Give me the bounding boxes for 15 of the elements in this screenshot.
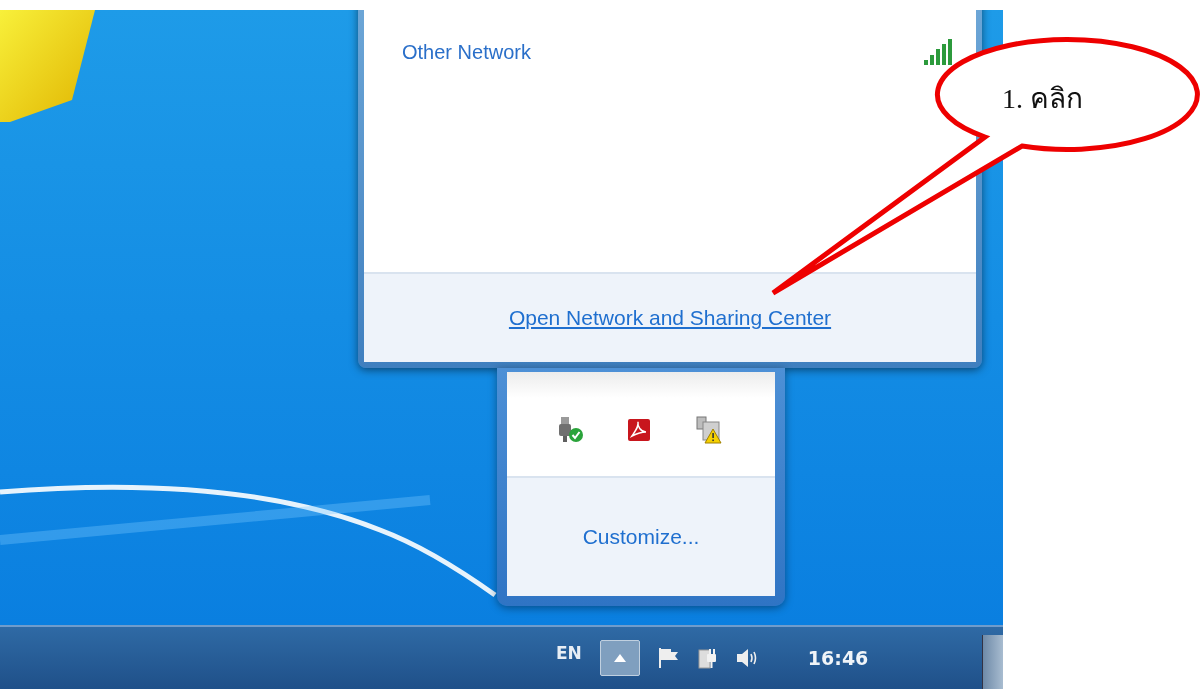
usb-check-icon[interactable] — [558, 416, 585, 444]
pdf-reader-icon[interactable] — [627, 418, 651, 442]
show-desktop-button[interactable] — [982, 635, 1003, 689]
language-indicator[interactable]: EN — [556, 643, 582, 663]
network-warning-icon[interactable] — [693, 415, 724, 445]
network-sharing-link[interactable]: Open Network and Sharing Center — [508, 306, 832, 330]
customize-link[interactable]: Customize... — [582, 525, 700, 549]
clock-time[interactable]: 16:46 — [807, 647, 869, 669]
flag-icon[interactable] — [657, 647, 680, 669]
signal-strength-icon — [924, 38, 954, 66]
up-arrow-icon — [613, 654, 626, 662]
callout-text: 1. คลิก — [1002, 82, 1083, 116]
network-name[interactable]: Other Network — [402, 40, 531, 64]
show-hidden-icons-button[interactable] — [599, 640, 640, 676]
power-plug-icon[interactable] — [697, 646, 718, 670]
